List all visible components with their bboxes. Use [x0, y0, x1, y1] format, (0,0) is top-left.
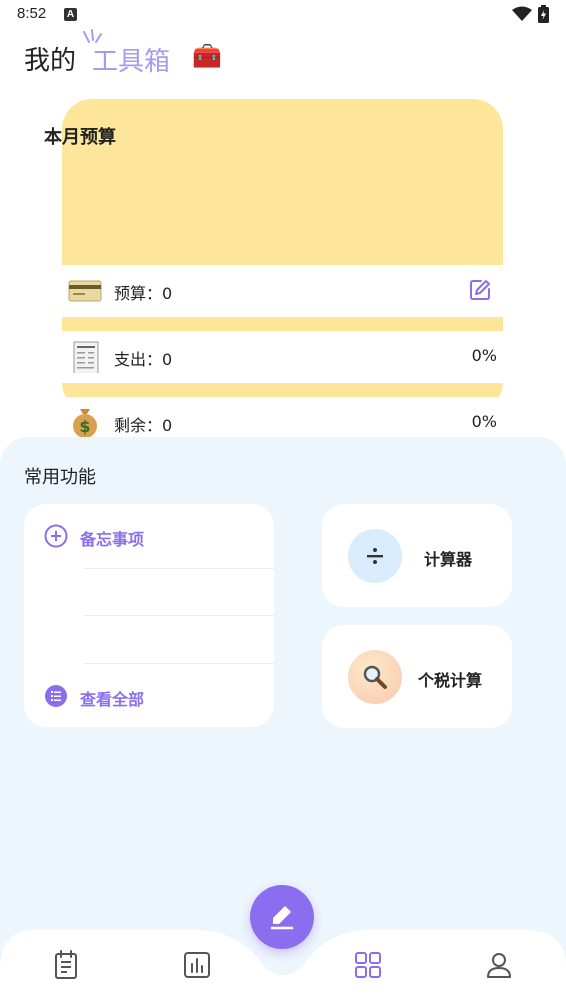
budget-card: 本月预算 预算：0 支出：0 0% $ 剩余：0 0%: [44, 99, 503, 449]
add-memo-label: 备忘事项: [80, 530, 145, 549]
nav-statistics[interactable]: [182, 950, 212, 980]
budget-label: 预算：0: [114, 284, 173, 303]
add-record-button[interactable]: [250, 885, 314, 949]
pencil-icon: [270, 906, 294, 930]
memo-divider: [84, 663, 274, 664]
memo-divider: [84, 568, 274, 569]
calculator-label: 计算器: [424, 550, 473, 569]
list-icon: [45, 685, 67, 707]
bar-chart-icon: [184, 952, 210, 978]
tax-calculator-card[interactable]: 个税计算: [322, 625, 512, 728]
status-time: 8:52: [17, 5, 47, 22]
remaining-percent: 0%: [471, 412, 497, 431]
clipboard-list-icon: [55, 950, 77, 979]
magnifier-icon: [348, 650, 402, 704]
budget-row-budget: 预算：0: [62, 265, 503, 317]
budget-row-expense: 支出：0 0%: [62, 331, 503, 383]
section-title: 常用功能: [24, 467, 96, 488]
wifi-icon: [512, 6, 532, 21]
person-icon: [487, 953, 511, 978]
battery-icon: [538, 5, 549, 23]
grid-icon: [355, 952, 381, 978]
plus-circle-icon: [44, 524, 68, 548]
edit-budget-icon[interactable]: [469, 279, 491, 301]
status-bar: 8:52 A: [0, 0, 566, 30]
remaining-label: 剩余：0: [114, 416, 173, 435]
notification-a-icon: A: [64, 8, 77, 21]
svg-text:$: $: [79, 417, 90, 436]
memo-card: 备忘事项 查看全部: [24, 504, 274, 727]
receipt-icon: [73, 341, 99, 373]
title-sub: 工具箱: [92, 47, 171, 77]
nav-profile[interactable]: [484, 950, 514, 980]
expense-label: 支出：0: [114, 350, 173, 369]
nav-toolbox[interactable]: [353, 950, 383, 980]
divide-icon: [348, 529, 402, 583]
nav-records[interactable]: [51, 950, 81, 980]
memo-divider: [84, 615, 274, 616]
credit-card-icon: [68, 280, 102, 302]
expense-percent: 0%: [471, 346, 497, 365]
calculator-card[interactable]: 计算器: [322, 504, 512, 607]
budget-title: 本月预算: [44, 127, 116, 148]
money-bag-icon: $: [73, 409, 97, 438]
title-main: 我的: [24, 46, 77, 76]
view-all-label: 查看全部: [80, 690, 145, 709]
tax-calculator-label: 个税计算: [418, 671, 483, 690]
toolbox-icon: 🧰: [192, 42, 222, 70]
